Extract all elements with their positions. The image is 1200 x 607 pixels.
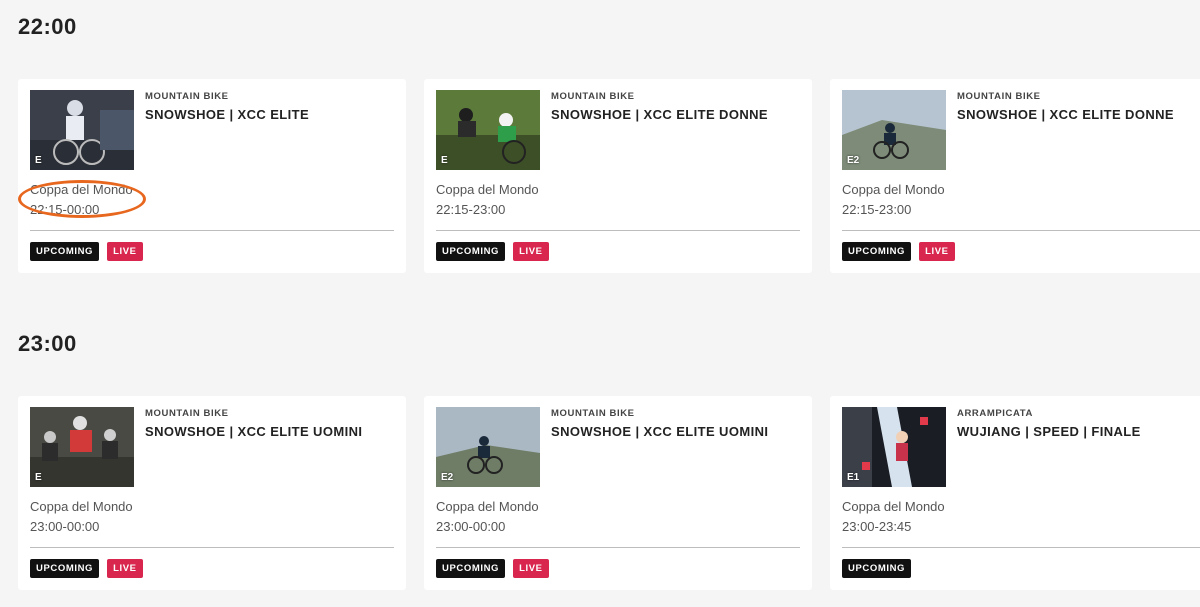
schedule-time: 22:15-00:00 bbox=[30, 202, 100, 217]
upcoming-badge: UPCOMING bbox=[842, 242, 912, 261]
event-card[interactable]: E MOUNTAIN BIKE SNOWSHOE | XCC ELITE Cop… bbox=[18, 79, 406, 273]
upcoming-badge: UPCOMING bbox=[436, 242, 506, 261]
sport-label: MOUNTAIN BIKE bbox=[145, 408, 229, 419]
competition-name: Coppa del Mondo bbox=[842, 182, 945, 197]
upcoming-badge: UPCOMING bbox=[30, 242, 100, 261]
schedule-time: 23:00-00:00 bbox=[436, 519, 506, 534]
upcoming-badge: UPCOMING bbox=[436, 559, 506, 578]
event-thumbnail: E2 bbox=[436, 407, 540, 487]
section-time-heading: 23:00 bbox=[18, 331, 77, 356]
channel-logo-icon: E2 bbox=[847, 155, 860, 166]
event-title: SNOWSHOE | XCC ELITE UOMINI bbox=[145, 424, 363, 439]
schedule-time: 22:15-23:00 bbox=[842, 202, 912, 217]
divider bbox=[436, 230, 800, 231]
competition-name: Coppa del Mondo bbox=[30, 499, 133, 514]
event-thumbnail: E bbox=[30, 407, 134, 487]
schedule-time: 22:15-23:00 bbox=[436, 202, 506, 217]
sport-label: ARRAMPICATA bbox=[957, 408, 1033, 419]
event-thumbnail: E bbox=[436, 90, 540, 170]
divider bbox=[842, 230, 1200, 231]
live-badge: LIVE bbox=[919, 242, 955, 261]
event-title: SNOWSHOE | XCC ELITE UOMINI bbox=[551, 424, 769, 439]
event-card[interactable]: E2 MOUNTAIN BIKE SNOWSHOE | XCC ELITE DO… bbox=[830, 79, 1200, 273]
live-badge: LIVE bbox=[513, 559, 549, 578]
divider bbox=[30, 230, 394, 231]
event-thumbnail: E bbox=[30, 90, 134, 170]
channel-logo-icon: E bbox=[35, 472, 42, 483]
upcoming-badge: UPCOMING bbox=[30, 559, 100, 578]
channel-logo-icon: E bbox=[35, 155, 42, 166]
sport-label: MOUNTAIN BIKE bbox=[957, 91, 1041, 102]
event-title: SNOWSHOE | XCC ELITE DONNE bbox=[957, 107, 1174, 122]
divider bbox=[842, 547, 1200, 548]
sport-label: MOUNTAIN BIKE bbox=[551, 91, 635, 102]
event-card[interactable]: E1 ARRAMPICATA WUJIANG | SPEED | FINALE … bbox=[830, 396, 1200, 590]
event-card[interactable]: E MOUNTAIN BIKE SNOWSHOE | XCC ELITE DON… bbox=[424, 79, 812, 273]
sport-label: MOUNTAIN BIKE bbox=[145, 91, 229, 102]
live-badge: LIVE bbox=[513, 242, 549, 261]
channel-logo-icon: E2 bbox=[441, 472, 454, 483]
channel-logo-icon: E bbox=[441, 155, 448, 166]
schedule-time: 23:00-23:45 bbox=[842, 519, 912, 534]
upcoming-badge: UPCOMING bbox=[842, 559, 912, 578]
event-card[interactable]: E2 MOUNTAIN BIKE SNOWSHOE | XCC ELITE UO… bbox=[424, 396, 812, 590]
competition-name: Coppa del Mondo bbox=[436, 499, 539, 514]
event-title: SNOWSHOE | XCC ELITE DONNE bbox=[551, 107, 768, 122]
live-badge: LIVE bbox=[107, 242, 143, 261]
competition-name: Coppa del Mondo bbox=[436, 182, 539, 197]
competition-name: Coppa del Mondo bbox=[30, 182, 133, 197]
channel-logo-icon: E1 bbox=[847, 472, 860, 483]
event-thumbnail: E2 bbox=[842, 90, 946, 170]
divider bbox=[436, 547, 800, 548]
event-card[interactable]: E MOUNTAIN BIKE SNOWSHOE | XCC ELITE UOM… bbox=[18, 396, 406, 590]
sport-label: MOUNTAIN BIKE bbox=[551, 408, 635, 419]
section-time-heading: 22:00 bbox=[18, 14, 77, 39]
event-title: WUJIANG | SPEED | FINALE bbox=[957, 424, 1141, 439]
live-badge: LIVE bbox=[107, 559, 143, 578]
competition-name: Coppa del Mondo bbox=[842, 499, 945, 514]
divider bbox=[30, 547, 394, 548]
event-title: SNOWSHOE | XCC ELITE bbox=[145, 107, 310, 122]
schedule-time: 23:00-00:00 bbox=[30, 519, 100, 534]
event-thumbnail: E1 bbox=[842, 407, 946, 487]
